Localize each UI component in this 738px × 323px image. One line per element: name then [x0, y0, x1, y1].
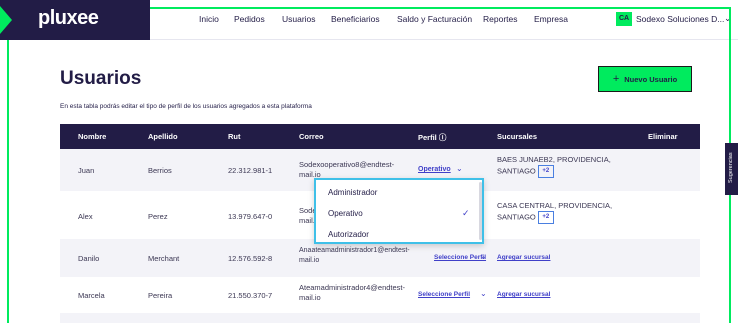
cell-correo-line: Ateamadministrador4@endtest- [299, 283, 405, 292]
cell-rut: 22.312.981-1 [228, 166, 273, 175]
top-navigation-bar: pluxee Inicio Pedidos Usuarios Beneficia… [0, 0, 738, 40]
nav-item-pedidos[interactable]: Pedidos [234, 14, 265, 24]
cell-correo-line: mail.io [299, 293, 321, 302]
page-subtitle: En esta tabla podrás editar el tipo de p… [60, 103, 312, 110]
cell-correo-line: Sodexooperativo8@endtest- [299, 160, 395, 169]
plus-icon: + [612, 73, 620, 85]
more-sucursales-badge[interactable]: +2 [537, 165, 554, 178]
nav-item-usuarios[interactable]: Usuarios [282, 14, 316, 24]
sucursal-line: BAES JUNAEB2, PROVIDENCIA, [497, 155, 611, 164]
page-title: Usuarios [60, 68, 142, 89]
dropdown-option-operativo[interactable]: Operativo [328, 209, 363, 218]
add-sucursal-link[interactable]: Agregar sucursal [497, 254, 550, 261]
dropdown-option-administrador[interactable]: Administrador [328, 188, 377, 197]
sugerencias-tab[interactable]: Sugerencias [725, 143, 738, 195]
nav-item-inicio[interactable]: Inicio [199, 14, 219, 24]
cell-apellido: Berrios [148, 166, 172, 175]
perfil-select[interactable]: Seleccione Perfil [434, 254, 486, 261]
header-eliminar: Eliminar [648, 132, 678, 141]
cell-apellido: Pereira [148, 291, 173, 300]
table-header: Nombre Apellido Rut Correo Perfil ⓘ Sucu… [60, 124, 700, 149]
cell-correo: Anaateamadministrador1@endtest- mail.io [299, 246, 410, 266]
header-correo: Correo [299, 132, 324, 141]
cell-correo: Ateamadministrador4@endtest- mail.io [299, 283, 405, 303]
logo-arrow-icon [0, 6, 12, 34]
dropdown-scrollbar[interactable] [479, 182, 482, 240]
company-selector[interactable]: CA Sodexo Soluciones D... ⌄ [612, 10, 738, 32]
dropdown-option-autorizador[interactable]: Autorizador [328, 230, 369, 239]
sucursal-city: SANTIAGO [497, 212, 536, 222]
cell-sucursales: CASA CENTRAL, PROVIDENCIA, SANTIAGO +2 [497, 201, 612, 224]
sucursal-line: CASA CENTRAL, PROVIDENCIA, [497, 201, 613, 210]
header-sucursales: Sucursales [497, 132, 538, 141]
sucursal-line: SANTIAGO +2 [497, 211, 612, 224]
cell-apellido: Perez [148, 212, 168, 221]
header-rut: Rut [228, 132, 241, 141]
cell-nombre: Marcela [78, 291, 105, 300]
header-perfil: Perfil ⓘ [418, 132, 446, 143]
logo-area[interactable]: pluxee [0, 0, 150, 40]
header-nombre: Nombre [78, 132, 107, 141]
header-apellido: Apellido [148, 132, 178, 141]
highlight-frame-left [7, 40, 9, 323]
perfil-select[interactable]: Seleccione Perfil [418, 291, 470, 298]
info-icon[interactable]: ⓘ [439, 133, 447, 142]
more-sucursales-badge[interactable]: +2 [537, 211, 554, 224]
sucursal-line: SANTIAGO +2 [497, 165, 611, 178]
chevron-down-icon[interactable]: ⌄ [456, 164, 463, 173]
cell-correo-line: mail.io [299, 257, 320, 264]
cell-sucursales: BAES JUNAEB2, PROVIDENCIA, SANTIAGO +2 [497, 155, 611, 178]
new-user-label: Nuevo Usuario [624, 74, 678, 84]
sugerencias-label: Sugerencias [728, 152, 734, 183]
nav-item-beneficiarios[interactable]: Beneficiarios [331, 14, 380, 24]
sucursal-city: SANTIAGO [497, 166, 536, 176]
cell-nombre: Alex [78, 212, 93, 221]
cell-apellido: Merchant [148, 254, 180, 263]
cell-rut: 21.550.370-7 [228, 291, 273, 300]
cell-rut: 13.979.647-0 [228, 212, 273, 221]
cell-nombre: Juan [78, 166, 95, 175]
header-perfil-label: Perfil [418, 133, 437, 142]
company-badge: CA [616, 12, 632, 26]
add-sucursal-link[interactable]: Agregar sucursal [497, 291, 550, 298]
cell-correo: Sodexooperativo8@endtest- mail.io [299, 160, 394, 180]
check-icon: ✓ [462, 208, 470, 218]
chevron-down-icon[interactable]: ⌄ [480, 289, 487, 298]
new-user-button[interactable]: + Nuevo Usuario [598, 66, 692, 92]
logo: pluxee [38, 7, 99, 29]
cell-rut: 12.576.592-8 [228, 254, 273, 263]
nav-item-empresa[interactable]: Empresa [534, 14, 568, 24]
table-row: Marcela Pereira 21.550.370-7 Ateamadmini… [60, 277, 700, 313]
cell-correo-line: Anaateamadministrador1@endtest- [299, 247, 410, 254]
table-row: Danilo Merchant 12.576.592-8 Anaateamadm… [60, 239, 700, 277]
chevron-down-icon[interactable]: ⌄ [480, 252, 487, 261]
perfil-select[interactable]: Operativo [418, 166, 451, 173]
highlight-frame-top [150, 7, 731, 9]
cell-nombre: Danilo [78, 254, 100, 263]
company-name: Sodexo Soluciones D... [636, 14, 725, 24]
table-row [60, 313, 700, 323]
perfil-dropdown-menu: Administrador Operativo ✓ Autorizador [314, 178, 484, 244]
nav-item-reportes[interactable]: Reportes [483, 14, 518, 24]
nav-item-saldo-facturacion[interactable]: Saldo y Facturación [397, 14, 472, 24]
